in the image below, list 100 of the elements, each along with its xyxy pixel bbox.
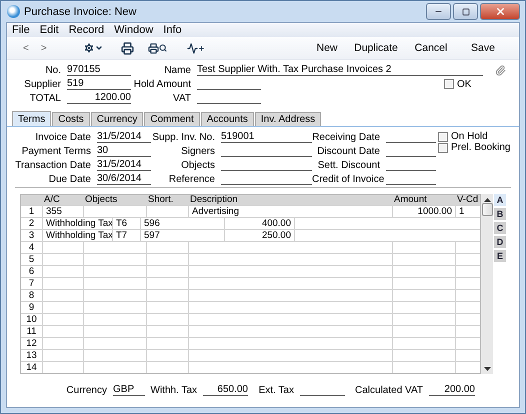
scroll-up-arrow-icon[interactable] (484, 198, 490, 202)
row-number: 8 (28, 290, 36, 301)
field-label: Hold Amount (132, 78, 192, 90)
input-field[interactable]: 970155 (67, 64, 131, 76)
table-cell: T6 (112, 218, 140, 229)
side-tab[interactable]: A (494, 194, 506, 206)
field-label: Supp. Inv. No. (151, 132, 216, 142)
close-icon (494, 6, 506, 17)
field-label: Calculated VAT (354, 384, 424, 396)
settings-icon[interactable] (82, 42, 103, 54)
menu-item[interactable]: Record (68, 24, 104, 36)
field-label: Payment Terms (20, 146, 92, 156)
tab[interactable]: Costs (52, 112, 90, 126)
row-number: 12 (25, 338, 38, 349)
row-number: 14 (25, 362, 38, 373)
table-cell: 1 (455, 206, 480, 217)
input-field[interactable]: Test Supplier With. Tax Purchase Invoices 2 (197, 64, 483, 76)
tab[interactable]: Currency (90, 112, 144, 126)
tab[interactable]: Inv. Address (254, 112, 322, 126)
field-label: Discount Date (316, 146, 381, 156)
row-number: 10 (25, 314, 38, 325)
row-number: 7 (28, 278, 36, 289)
row-number: 9 (28, 302, 36, 313)
tab[interactable]: Accounts (200, 112, 254, 126)
minimize-button[interactable] (426, 3, 451, 20)
input-field[interactable]: 30 (97, 145, 151, 157)
field-label: Receiving Date (312, 132, 381, 142)
scroll-down-arrow-icon[interactable] (484, 367, 490, 371)
side-tab[interactable]: D (494, 236, 506, 248)
field-label: Reference (168, 174, 216, 184)
checkbox[interactable]: On Hold (438, 131, 510, 142)
row-number: 6 (28, 266, 36, 277)
column-header: Description (189, 195, 239, 205)
nav-button[interactable]: > (34, 42, 53, 54)
table-cell: Withholding Tax (42, 218, 112, 229)
maximize-icon (462, 8, 470, 16)
input-field[interactable]: 519001 (221, 131, 312, 143)
menu-item[interactable]: File (12, 24, 30, 36)
column-header: Objects (84, 195, 118, 205)
checkbox[interactable]: OK (444, 78, 472, 90)
nav-button[interactable]: < (17, 42, 35, 54)
field-label: Invoice Date (34, 132, 92, 142)
window-title: Purchase Invoice: New (24, 6, 136, 18)
row-number: 13 (25, 350, 38, 361)
field-label: Sett. Discount (316, 160, 381, 170)
toolbar-button[interactable]: Cancel (405, 42, 457, 54)
field-label: Due Date (48, 174, 92, 184)
close-button[interactable] (480, 3, 520, 20)
input-field[interactable]: 31/5/2014 (97, 159, 151, 171)
row-number: 4 (28, 242, 36, 253)
field-label: VAT (172, 92, 192, 104)
scrollbar[interactable] (481, 194, 493, 374)
tab[interactable]: Comment (144, 112, 200, 126)
toolbar-button[interactable]: Save (457, 42, 509, 54)
column-header: Amount (393, 195, 428, 205)
printer-icon[interactable] (120, 42, 134, 54)
row-number: 3 (28, 230, 36, 241)
field-label: Signers (180, 146, 216, 156)
field-label: Objects (180, 160, 216, 170)
field-label: Credit of Invoice (312, 174, 386, 184)
table-cell: 597 (140, 230, 224, 241)
input-field[interactable]: 650.00 (203, 384, 248, 396)
field-label: Name (163, 64, 192, 76)
table-cell: 355 (42, 206, 83, 217)
field-label: Transaction Date (15, 160, 92, 170)
table-cell: 250.00 (224, 230, 294, 241)
menu-item[interactable]: Edit (40, 24, 59, 36)
column-header: A/C (43, 195, 61, 205)
paperclip-icon[interactable] (495, 64, 506, 76)
activity-icon[interactable] (186, 42, 205, 54)
table-cell: Withholding Tax (42, 230, 112, 241)
scrollbar-thumb[interactable] (482, 203, 492, 216)
menu-item[interactable]: Info (163, 24, 182, 36)
menu-item[interactable]: Window (114, 24, 154, 36)
field-label: Currency (65, 384, 108, 396)
print-preview-icon[interactable] (148, 42, 167, 54)
column-header: Short. (147, 195, 174, 205)
field-label: Supplier (23, 78, 62, 90)
tab[interactable]: Terms (12, 111, 52, 126)
row-number: 5 (28, 254, 36, 265)
input-field[interactable]: 1200.00 (67, 92, 131, 104)
field-label: Ext. Tax (258, 384, 295, 396)
table-cell: 400.00 (224, 218, 294, 229)
row-number: 11 (26, 326, 38, 337)
maximize-button[interactable] (453, 3, 478, 20)
input-field[interactable]: 200.00 (429, 384, 475, 396)
input-field[interactable]: GBP (113, 384, 145, 396)
toolbar-button[interactable]: Duplicate (347, 42, 405, 54)
input-field[interactable]: 519 (67, 78, 131, 90)
table-cell: 1000.00 (392, 206, 455, 217)
side-tab[interactable]: B (494, 208, 506, 220)
field-label: Withh. Tax (150, 384, 198, 396)
row-number: 1 (28, 206, 36, 217)
input-field[interactable]: 31/5/2014 (97, 131, 151, 143)
column-header: V-Cd (456, 195, 480, 205)
input-field[interactable]: 30/6/2014 (97, 173, 151, 185)
checkbox[interactable]: Prel. Booking (438, 142, 510, 153)
side-tab[interactable]: C (494, 222, 506, 234)
side-tab[interactable]: E (494, 250, 506, 262)
toolbar-button[interactable]: New (307, 42, 347, 54)
